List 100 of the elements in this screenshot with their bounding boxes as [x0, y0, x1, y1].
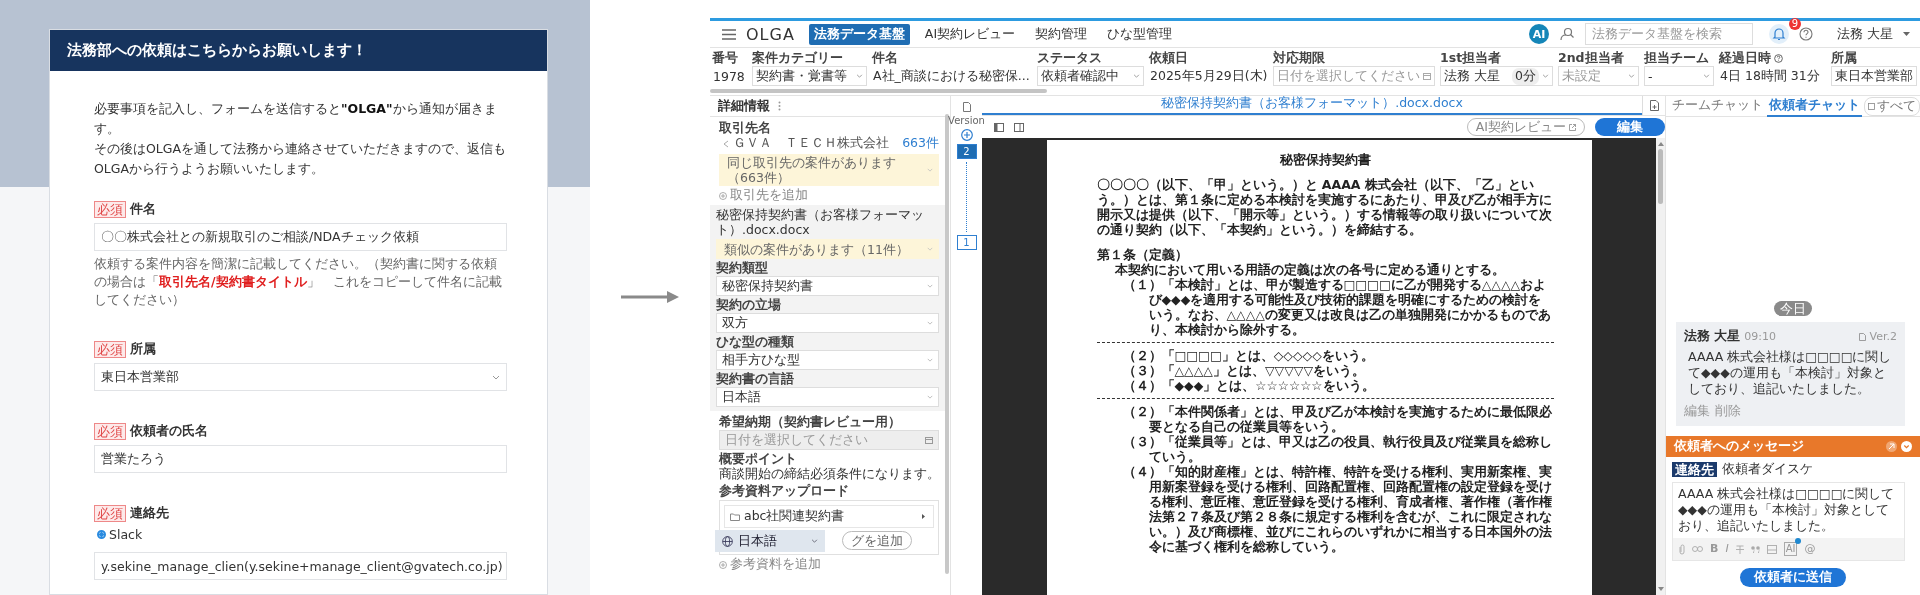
field-label: ステータス	[1037, 49, 1102, 67]
select-field[interactable]: 東日本営業部	[94, 363, 507, 391]
link-icon[interactable]	[1692, 546, 1703, 552]
chevron-down-icon	[856, 74, 863, 78]
document-icon	[1858, 332, 1866, 341]
chevron-down-icon	[1133, 74, 1140, 78]
bell-icon	[1772, 27, 1786, 41]
plus-circle-icon	[719, 560, 727, 569]
list-item: （２）「本件関係者」とは、甲及び乙が本検討を実施するために最低限必要となる自己の従業員等をいう。	[1121, 404, 1553, 434]
language-selector[interactable]: 日本語	[715, 530, 825, 552]
quote-icon[interactable]	[1750, 545, 1760, 553]
search-field[interactable]: 法務データ基盤を検索	[1585, 23, 1753, 45]
add-partner-link[interactable]: 取引先を追加	[730, 187, 808, 204]
nav-tab[interactable]: ひな型管理	[1102, 23, 1178, 45]
chevron-down-icon	[811, 539, 818, 543]
panel-right-icon[interactable]	[1014, 122, 1024, 132]
select-field[interactable]: 法務 大星 0分	[1440, 66, 1553, 86]
field-label: 対応期限	[1273, 49, 1325, 67]
scroll-up-icon[interactable]	[1657, 142, 1664, 146]
plus-circle-icon[interactable]	[960, 129, 973, 141]
nav-tab[interactable]: 法務データ基盤	[808, 23, 910, 45]
paperclip-icon[interactable]	[1679, 543, 1685, 555]
select-field[interactable]: 日本語	[716, 387, 939, 407]
required-badge: 必須	[94, 341, 126, 358]
panel-left-icon[interactable]	[994, 122, 1004, 132]
text-input[interactable]: 営業たろう	[94, 445, 507, 473]
ai-button[interactable]: AI	[1529, 24, 1549, 44]
list-item: （２）「□□□□」とは、◇◇◇◇◇をいう。	[1121, 348, 1375, 363]
folder-item[interactable]: abc社関連契約書	[724, 505, 934, 528]
select-field[interactable]: -	[1644, 66, 1714, 86]
required-badge: 必須	[94, 423, 126, 440]
nav-tab[interactable]: AI契約レビュー	[919, 23, 1021, 45]
document-icon[interactable]	[962, 102, 971, 112]
field-label: 案件カテゴリー	[752, 49, 843, 67]
required-badge: 必須	[94, 201, 126, 218]
send-button[interactable]: 依頼者に送信	[1740, 568, 1846, 587]
help-icon[interactable]	[1799, 27, 1813, 41]
select-field[interactable]: 未設定	[1558, 66, 1639, 86]
all-button[interactable]: すべて	[1864, 96, 1920, 116]
select-field[interactable]: y.sekine_manage_clien(y.sekine+manage_client@gvatech.co.jp)	[94, 552, 507, 580]
nav-tab[interactable]: 契約管理	[1030, 23, 1093, 45]
select-field[interactable]: 相手方ひな型	[716, 350, 939, 370]
paragraph: 本契約において用いる用語の定義は次の各号に定める通りとする。	[1113, 262, 1506, 277]
document-tab[interactable]: 秘密保持契約書（お客様フォーマット）.docx.docx	[982, 95, 1642, 115]
plus-circle-icon	[719, 191, 727, 200]
image-icon[interactable]	[1766, 544, 1777, 554]
strikethrough-icon[interactable]	[1735, 544, 1744, 554]
version-label: Version	[948, 115, 985, 126]
scroll-down-icon[interactable]	[1657, 587, 1664, 591]
field-label: 担当チーム	[1644, 49, 1709, 67]
more-icon[interactable]	[778, 101, 781, 111]
folder-icon	[730, 512, 740, 521]
caret-right-icon	[922, 514, 925, 519]
chat-tab[interactable]: 依頼者チャット	[1767, 95, 1862, 117]
select-field[interactable]: 契約書・覚書等	[752, 66, 867, 86]
version-marker[interactable]: 2	[956, 144, 977, 159]
edit-button[interactable]: 編集	[1595, 118, 1665, 136]
chat-tab[interactable]: チームチャット	[1670, 95, 1765, 117]
text-input[interactable]: 東日本営業部	[1831, 66, 1917, 86]
paragraph: 〇〇〇〇（以下、「甲」という。）と AAAA 株式会社（以下、「乙」という。）とは、第１条に定める本検討を実施するにあたり、甲及び乙が相手方に開示又は提供（以下、「開示等」という。）する情報等の取り扱いについて次の通り契約（以下、「本契約」という。）を締結する。	[1096, 177, 1553, 237]
date-field[interactable]: 日付を選択してください	[1273, 66, 1435, 86]
radio-label: Slack	[109, 527, 143, 542]
menu-icon[interactable]	[722, 28, 736, 40]
partner-count-link[interactable]: 663件	[902, 135, 939, 152]
field-label: 依頼日	[1149, 49, 1188, 67]
field-label: 参考資料アップロード	[719, 483, 850, 498]
chevron-down-circle-icon[interactable]	[1901, 441, 1912, 452]
notice-banner[interactable]: 類似の案件があります（11件）	[716, 239, 939, 259]
mention-button[interactable]: @	[1804, 543, 1816, 555]
share-icon	[723, 139, 729, 148]
chevron-down-icon	[927, 168, 933, 172]
field-label: 件名	[130, 201, 156, 218]
select-field[interactable]: 依頼者確認中	[1037, 66, 1144, 86]
version-marker[interactable]: 1	[956, 235, 977, 250]
expand-icon[interactable]	[1886, 441, 1897, 452]
field-label: 番号	[712, 49, 738, 67]
field-label: 件名	[872, 49, 898, 67]
chevron-down-icon	[927, 284, 933, 288]
select-field[interactable]: 秘密保持契約書	[716, 276, 939, 296]
list-item: （３）「従業員等」とは、甲又は乙の役員、執行役員及び従業員を総称していう。	[1121, 434, 1553, 464]
scrollbar[interactable]	[1658, 149, 1663, 204]
list-icon	[1868, 102, 1875, 110]
article-heading: 第１条（定義）	[1096, 247, 1189, 262]
chevron-down-icon	[927, 321, 933, 325]
scrollbar[interactable]	[710, 89, 1047, 93]
text-input[interactable]: 〇〇株式会社との新規取引のご相談/NDAチェック依頼	[94, 223, 507, 251]
notification-button[interactable]	[1769, 24, 1789, 44]
select-field[interactable]: 双方	[716, 313, 939, 333]
add-material-link[interactable]: 参考資料を追加	[730, 556, 821, 573]
person-search-icon[interactable]	[1559, 27, 1575, 41]
message-editor[interactable]: AAAA 株式会社様は□□□□に関して◆◆◆の運用も「本検討」対象としており、追記いたしました。 B I AI @	[1672, 482, 1905, 561]
summary-text: 商談開始の締結必須条件になります。	[719, 466, 939, 482]
radio-button[interactable]	[97, 530, 106, 539]
notice-banner[interactable]: 同じ取引先の案件があります（663件）	[719, 154, 939, 186]
chevron-down-icon	[492, 374, 500, 380]
user-menu[interactable]: 法務 大星	[1837, 25, 1893, 43]
calendar-icon	[925, 436, 933, 444]
logo[interactable]: OLGA	[746, 24, 795, 44]
field-label: 所属	[130, 341, 156, 358]
external-link-icon	[1569, 123, 1576, 131]
